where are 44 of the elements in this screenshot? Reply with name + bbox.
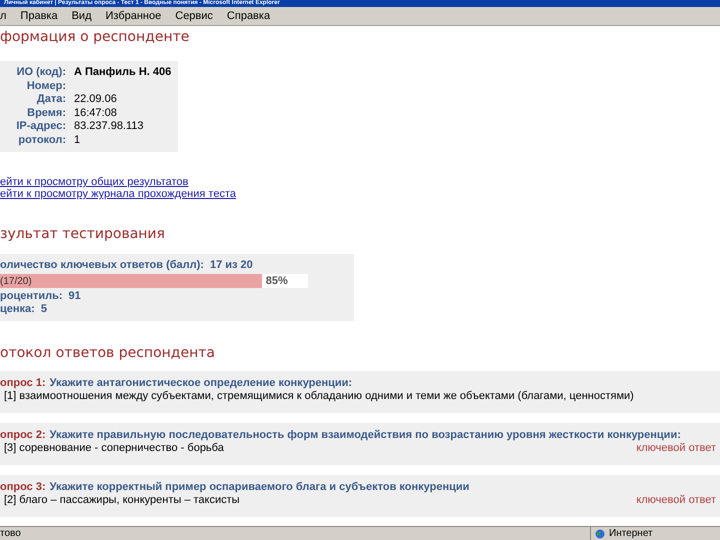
field-label: ротокол: [17, 134, 66, 147]
question-number: опрос 1: [0, 377, 46, 390]
field-label: Дата: [36, 93, 66, 106]
key-answer-label: ключевой ответ [636, 442, 716, 455]
field-value: 83.237.98.113 [74, 120, 145, 134]
question-number: опрос 3: [0, 481, 46, 494]
progress-fill: (17/20) [0, 274, 262, 288]
section-heading: формация о респонденте [0, 28, 190, 46]
question-number: опрос 2: [0, 429, 46, 442]
menu-item[interactable]: л [0, 8, 6, 24]
globe-icon [595, 528, 605, 538]
field-value: 22.09.06 [74, 93, 118, 106]
menu-item[interactable]: Избранное [106, 8, 162, 24]
field-label: Номер: [26, 80, 66, 93]
field-value: А Панфиль Н. 406 [74, 66, 172, 80]
zone-label: Интернет [609, 527, 653, 540]
question-text: Укажите корректный пример оспариваемого блага и субъектов конкуренции [50, 481, 470, 494]
key-answer-label: ключевой ответ [636, 494, 716, 507]
percent-label: 85% [264, 274, 288, 288]
result-value: 17 из 20 [210, 259, 253, 272]
field-label: ИО (код): [16, 66, 66, 80]
menu-item[interactable]: Вид [72, 8, 92, 24]
question-text: Укажите антагонистическое определение конкуренции: [50, 377, 352, 390]
link[interactable]: ейти к просмотру журнала прохождения теста [0, 188, 236, 200]
field-label: IP-адрес: [15, 120, 66, 134]
answer-text: [3] соревнование - соперничество - борьба [3, 442, 224, 455]
result-value: 5 [40, 303, 47, 316]
result-label: оличество ключевых ответов (балл): [0, 259, 204, 272]
field-value: 16:47:08 [74, 106, 118, 120]
result-label: роцентиль: [0, 290, 63, 303]
menu-item[interactable]: Справка [226, 8, 270, 24]
status-text: тово [0, 527, 22, 540]
link[interactable]: ейти к просмотру общих результатов [0, 176, 188, 188]
field-label: Время: [26, 106, 66, 120]
result-label: ценка: [0, 303, 35, 316]
field-value: 1 [74, 134, 82, 147]
question-text: Укажите правильную последовательность форм взаимодействия по возрастанию уровня жесткости конкуренции: [50, 429, 681, 442]
answer-text: [2] благо – пассажиры, конкуренты – таксисты [3, 494, 240, 507]
section-heading: зультат тестирования [0, 225, 166, 243]
section-heading: отокол ответов респондента [0, 344, 216, 362]
menu-item[interactable]: Правка [20, 8, 58, 24]
menu-item[interactable]: Сервис [175, 8, 213, 24]
answer-text: [1] взаимоотношения между субъектами, стремящимися к обладанию одними и теми же объектами (благами, ценностями) [3, 390, 634, 403]
result-value: 91 [68, 290, 81, 303]
